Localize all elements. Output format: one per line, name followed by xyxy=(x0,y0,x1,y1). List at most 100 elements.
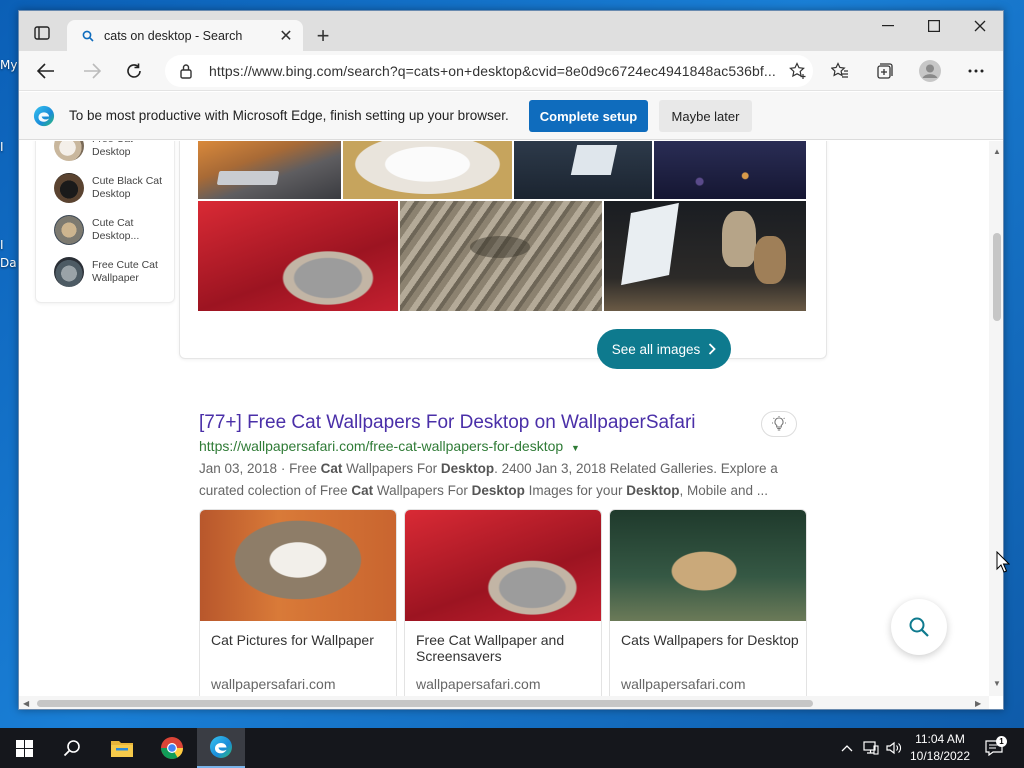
close-window-icon[interactable] xyxy=(957,11,1003,41)
tab-title: cats on desktop - Search xyxy=(104,28,243,43)
image-result-thumbnail[interactable] xyxy=(343,141,512,199)
tab-bar: cats on desktop - Search ✕ + xyxy=(19,11,1003,51)
related-search-thumbnail xyxy=(54,257,84,287)
image-result-thumbnail[interactable] xyxy=(198,201,398,311)
address-bar[interactable]: https://www.bing.com/search?q=cats+on+de… xyxy=(165,55,813,87)
page-content: Free Cat Desktop Cute Black Cat Desktop … xyxy=(19,141,989,696)
navigation-toolbar: https://www.bing.com/search?q=cats+on+de… xyxy=(19,51,1003,91)
scroll-right-icon[interactable]: ▶ xyxy=(975,699,981,708)
maybe-later-button[interactable]: Maybe later xyxy=(659,100,752,132)
related-search-item[interactable]: Free Cute Cat Wallpaper xyxy=(54,257,174,287)
horizontal-scrollbar[interactable]: ◀ ▶ xyxy=(19,696,989,709)
snippet-text: Wallpapers For xyxy=(373,483,472,498)
system-clock[interactable]: 11:04 AM 10/18/2022 xyxy=(906,731,974,765)
scroll-left-icon[interactable]: ◀ xyxy=(23,699,29,708)
related-search-label: Cute Cat Desktop... xyxy=(92,217,140,242)
desktop-icon-label: I xyxy=(0,238,4,252)
tab-search[interactable]: cats on desktop - Search ✕ xyxy=(67,20,303,51)
close-tab-icon[interactable]: ✕ xyxy=(275,25,297,47)
favorites-icon[interactable] xyxy=(825,57,855,85)
result-image-tile[interactable]: Free Cat Wallpaper and Screensavers wall… xyxy=(404,509,602,696)
result-title-link[interactable]: [77+] Free Cat Wallpapers For Desktop on… xyxy=(199,412,696,434)
caret-down-icon[interactable]: ▼ xyxy=(571,443,580,453)
setup-infobar: To be most productive with Microsoft Edg… xyxy=(19,92,1003,140)
add-favorite-icon[interactable] xyxy=(783,62,813,80)
result-tile-image xyxy=(405,510,601,621)
snippet-text: Images for your xyxy=(524,483,627,498)
result-snippet: Jan 03, 2018 · Free Cat Wallpapers For D… xyxy=(199,458,799,502)
edge-taskbar-icon[interactable] xyxy=(197,728,245,768)
vertical-scroll-thumb[interactable] xyxy=(993,233,1001,321)
result-tile-image xyxy=(200,510,396,621)
snippet-highlight: Cat xyxy=(320,461,343,476)
chevron-right-icon xyxy=(709,343,717,355)
snippet-text: Wallpapers For xyxy=(342,461,441,476)
tab-actions-icon[interactable] xyxy=(29,21,55,45)
related-search-label: Free Cute Cat Wallpaper xyxy=(92,259,158,284)
related-searches-panel: Free Cat Desktop Cute Black Cat Desktop … xyxy=(35,141,175,303)
volume-icon[interactable] xyxy=(883,738,905,758)
desktop-icon-label: I xyxy=(0,140,4,154)
desktop-icon-label: My xyxy=(0,58,18,72)
taskbar: 11:04 AM 10/18/2022 1 xyxy=(0,728,1024,768)
related-search-item[interactable]: Cute Black Cat Desktop xyxy=(54,173,174,203)
infobar-message: To be most productive with Microsoft Edg… xyxy=(69,108,509,123)
snippet-highlight: Desktop xyxy=(626,483,680,498)
result-url-text: https://wallpapersafari.com/free-cat-wal… xyxy=(199,438,564,454)
refresh-icon[interactable] xyxy=(119,57,149,85)
forward-arrow-icon[interactable] xyxy=(77,57,107,85)
chrome-icon[interactable] xyxy=(148,728,196,768)
horizontal-scroll-thumb[interactable] xyxy=(37,700,813,707)
result-tile-caption: Free Cat Wallpaper and Screensavers xyxy=(416,632,565,664)
edge-logo-icon xyxy=(33,105,55,126)
snippet-highlight: Desktop xyxy=(471,483,525,498)
image-result-thumbnail[interactable] xyxy=(198,141,341,199)
snippet-highlight: Desktop xyxy=(440,461,495,476)
search-icon xyxy=(81,29,95,43)
back-arrow-icon[interactable] xyxy=(31,57,61,85)
complete-setup-button[interactable]: Complete setup xyxy=(529,100,648,132)
result-image-tile[interactable]: Cat Pictures for Wallpaper wallpapersafa… xyxy=(199,509,397,696)
image-result-thumbnail[interactable] xyxy=(654,141,806,199)
related-search-item[interactable]: Free Cat Desktop xyxy=(54,141,174,161)
result-tile-domain: wallpapersafari.com xyxy=(211,676,336,692)
clock-time: 11:04 AM xyxy=(915,732,965,746)
search-icon xyxy=(909,617,929,637)
see-all-images-button[interactable]: See all images xyxy=(597,329,731,369)
image-result-thumbnail[interactable] xyxy=(604,201,806,311)
related-search-label: Cute Black Cat Desktop xyxy=(92,175,163,200)
result-url[interactable]: https://wallpapersafari.com/free-cat-wal… xyxy=(199,438,580,454)
scroll-up-icon[interactable]: ▲ xyxy=(993,147,1001,156)
related-search-item[interactable]: Cute Cat Desktop... xyxy=(54,215,174,245)
related-search-thumbnail xyxy=(54,215,84,245)
vertical-scrollbar[interactable]: ▲ ▼ xyxy=(989,141,1003,696)
taskbar-search-icon[interactable] xyxy=(48,728,96,768)
network-icon[interactable] xyxy=(860,738,882,758)
new-tab-icon[interactable]: + xyxy=(311,23,335,48)
image-result-thumbnail[interactable] xyxy=(400,201,602,311)
notifications-icon[interactable]: 1 xyxy=(982,736,1007,758)
see-all-images-label: See all images xyxy=(611,341,701,357)
minimize-icon[interactable] xyxy=(865,11,911,41)
snippet-text: Jan 03, 2018 · Free xyxy=(199,461,321,476)
floating-search-button[interactable] xyxy=(891,599,947,655)
result-image-tile[interactable]: Cats Wallpapers for Desktop wallpapersaf… xyxy=(609,509,807,696)
more-options-icon[interactable] xyxy=(961,57,991,85)
clock-date: 10/18/2022 xyxy=(909,749,971,763)
profile-avatar[interactable] xyxy=(915,57,945,85)
file-explorer-icon[interactable] xyxy=(98,728,146,768)
collections-icon[interactable] xyxy=(869,57,899,85)
windows-start-icon[interactable] xyxy=(0,728,48,768)
scroll-down-icon[interactable]: ▼ xyxy=(993,679,1001,688)
result-tile-caption: Cats Wallpapers for Desktop xyxy=(621,632,799,648)
mouse-cursor-icon xyxy=(996,551,1010,573)
lock-icon[interactable] xyxy=(179,63,199,79)
url-text[interactable]: https://www.bing.com/search?q=cats+on+de… xyxy=(209,63,783,79)
browser-window: cats on desktop - Search ✕ + https://www… xyxy=(18,10,1004,710)
result-tile-caption: Cat Pictures for Wallpaper xyxy=(211,632,374,648)
chevron-up-icon[interactable] xyxy=(836,738,858,758)
snippet-text: , Mobile and ... xyxy=(679,483,769,498)
maximize-icon[interactable] xyxy=(911,11,957,41)
image-result-thumbnail[interactable] xyxy=(514,141,652,199)
lightbulb-icon[interactable] xyxy=(761,411,797,437)
